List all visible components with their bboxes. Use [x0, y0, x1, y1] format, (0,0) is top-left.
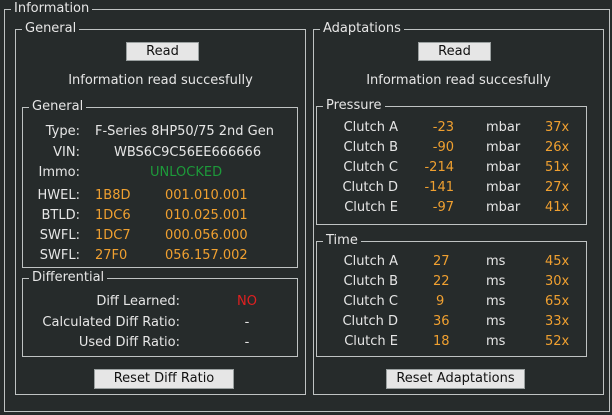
calc-diff-ratio-value: -: [244, 315, 250, 330]
immo-label: Immo:: [38, 165, 81, 180]
time-clutch-a-count: 45x: [545, 254, 570, 269]
time-clutch-b-name: Clutch B: [343, 274, 398, 289]
time-clutch-d-value: 36: [433, 314, 450, 329]
pressure-clutch-b-count: 26x: [545, 140, 570, 155]
vin-label: VIN:: [53, 145, 80, 160]
adaptations-status-text: Information read succesfully: [366, 73, 551, 88]
time-clutch-a-name: Clutch A: [343, 254, 398, 269]
hwel-label: HWEL:: [37, 188, 80, 203]
swfl-id-1: 1DC7: [95, 228, 131, 243]
time-clutch-c-count: 65x: [545, 294, 570, 309]
general-panel-title: General: [22, 21, 80, 37]
pressure-clutch-a-name: Clutch A: [343, 120, 398, 135]
pressure-clutch-d-value: -141: [424, 180, 454, 195]
diff-learned-value: NO: [237, 294, 257, 309]
type-label: Type:: [45, 124, 80, 139]
time-clutch-e-count: 52x: [545, 334, 570, 349]
time-clutch-c-value: 9: [436, 294, 445, 309]
swfl-version-2: 056.157.002: [165, 248, 248, 263]
pressure-clutch-a-unit: mbar: [486, 120, 521, 135]
time-clutch-c-unit: ms: [486, 294, 506, 309]
swfl-label-2: SWFL:: [39, 248, 80, 263]
time-title: Time: [323, 233, 361, 249]
differential-title: Differential: [29, 270, 108, 286]
pressure-clutch-d-count: 27x: [545, 180, 570, 195]
pressure-title: Pressure: [323, 98, 385, 114]
time-clutch-d-name: Clutch D: [342, 314, 398, 329]
btld-label: BTLD:: [41, 208, 81, 223]
general-read-button[interactable]: Read: [126, 42, 199, 61]
pressure-clutch-a-value: -23: [432, 120, 454, 135]
adaptations-read-button[interactable]: Read: [418, 42, 491, 61]
time-clutch-a-value: 27: [433, 254, 450, 269]
general-info-title: General: [29, 99, 87, 115]
diff-learned-label: Diff Learned:: [96, 294, 180, 309]
time-clutch-e-unit: ms: [486, 334, 506, 349]
pressure-clutch-e-unit: mbar: [486, 200, 521, 215]
adaptations-panel-title: Adaptations: [320, 21, 404, 37]
pressure-clutch-b-unit: mbar: [486, 140, 521, 155]
pressure-clutch-d-unit: mbar: [486, 180, 521, 195]
calc-diff-ratio-label: Calculated Diff Ratio:: [42, 315, 180, 330]
time-clutch-b-value: 22: [433, 274, 450, 289]
time-clutch-d-count: 33x: [545, 314, 570, 329]
time-clutch-b-count: 30x: [545, 274, 570, 289]
time-clutch-e-value: 18: [433, 334, 450, 349]
time-clutch-a-unit: ms: [486, 254, 506, 269]
vin-value: WBS6C9C56EE666666: [114, 145, 262, 160]
time-clutch-c-name: Clutch C: [343, 294, 398, 309]
swfl-label-1: SWFL:: [39, 228, 80, 243]
pressure-clutch-e-count: 41x: [545, 200, 570, 215]
btld-version: 010.025.001: [165, 208, 248, 223]
pressure-clutch-e-value: -97: [432, 200, 454, 215]
information-title: Information: [11, 1, 93, 17]
pressure-clutch-b-value: -90: [432, 140, 454, 155]
pressure-clutch-b-name: Clutch B: [343, 140, 398, 155]
pressure-clutch-c-count: 51x: [545, 160, 570, 175]
btld-id: 1DC6: [95, 208, 131, 223]
time-clutch-b-unit: ms: [486, 274, 506, 289]
type-value: F-Series 8HP50/75 2nd Gen: [95, 124, 274, 139]
used-diff-ratio-label: Used Diff Ratio:: [78, 335, 180, 350]
swfl-version-1: 000.056.000: [165, 228, 248, 243]
pressure-clutch-c-unit: mbar: [486, 160, 521, 175]
hwel-id: 1B8D: [95, 188, 131, 203]
reset-adaptations-button[interactable]: Reset Adaptations: [386, 369, 525, 389]
time-clutch-e-name: Clutch E: [344, 334, 398, 349]
general-status-text: Information read succesfully: [68, 73, 253, 88]
pressure-clutch-c-value: -214: [424, 160, 454, 175]
immo-value: UNLOCKED: [150, 165, 223, 180]
time-clutch-d-unit: ms: [486, 314, 506, 329]
swfl-id-2: 27F0: [95, 248, 128, 263]
pressure-clutch-c-name: Clutch C: [343, 160, 398, 175]
pressure-clutch-a-count: 37x: [545, 120, 570, 135]
reset-diff-ratio-button[interactable]: Reset Diff Ratio: [94, 369, 234, 389]
pressure-clutch-d-name: Clutch D: [342, 180, 398, 195]
hwel-version: 001.010.001: [165, 188, 248, 203]
used-diff-ratio-value: -: [244, 335, 250, 350]
pressure-clutch-e-name: Clutch E: [344, 200, 398, 215]
